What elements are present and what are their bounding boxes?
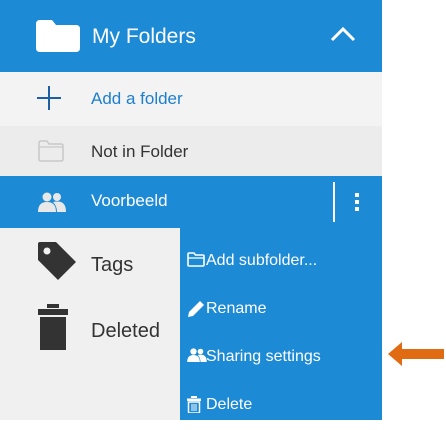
users-icon xyxy=(187,348,207,367)
menu-item-label: Sharing settings xyxy=(206,348,321,365)
menu-item-delete[interactable]: Delete xyxy=(180,382,382,430)
folder-label: Not in Folder xyxy=(91,142,189,161)
my-folders-header[interactable]: My Folders xyxy=(0,0,382,72)
folder-item-not-in-folder[interactable]: Not in Folder xyxy=(0,126,382,180)
more-vertical-icon[interactable] xyxy=(350,190,364,214)
nav-item-label: Tags xyxy=(91,254,134,276)
pencil-icon xyxy=(187,300,205,323)
menu-item-sharing-settings[interactable]: Sharing settings xyxy=(180,334,382,382)
tag-icon xyxy=(36,240,78,287)
chevron-up-icon[interactable] xyxy=(330,26,356,47)
folder-label: Voorbeeld xyxy=(91,191,168,210)
users-icon xyxy=(38,192,66,217)
folder-context-menu: Add subfolder... Rename Sharing settings… xyxy=(180,228,382,420)
trash-icon xyxy=(187,396,201,418)
folder-item-voorbeeld[interactable]: Voorbeeld xyxy=(0,176,382,228)
arrow-left-icon xyxy=(388,341,444,372)
page-title: My Folders xyxy=(92,25,196,48)
nav-item-label: Deleted xyxy=(91,320,160,342)
empty-folder-icon xyxy=(38,140,64,167)
folder-icon xyxy=(36,20,80,57)
menu-item-rename[interactable]: Rename xyxy=(180,286,382,334)
trash-icon xyxy=(38,304,68,355)
plus-icon xyxy=(36,85,62,116)
menu-item-label: Delete xyxy=(206,396,253,413)
folder-outline-icon xyxy=(187,252,205,272)
menu-item-label: Add subfolder... xyxy=(206,252,318,269)
menu-item-add-subfolder[interactable]: Add subfolder... xyxy=(180,238,382,286)
menu-item-label: Rename xyxy=(206,300,267,317)
add-folder-label: Add a folder xyxy=(91,89,183,108)
divider xyxy=(333,182,335,222)
add-folder-button[interactable]: Add a folder xyxy=(0,72,382,127)
